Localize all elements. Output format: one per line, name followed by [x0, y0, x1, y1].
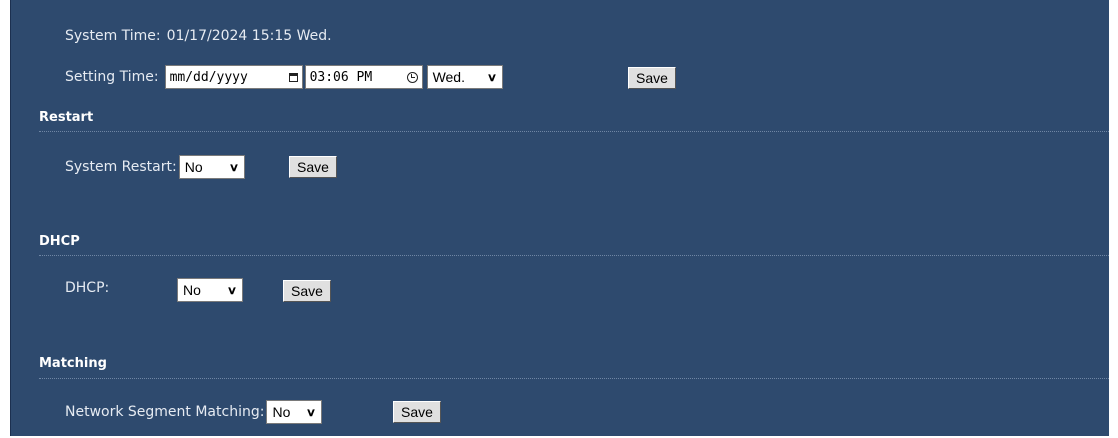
settings-panel: System Time: 01/17/2024 15:15 Wed. Setti… [10, 0, 1109, 438]
section-divider [39, 255, 1109, 256]
system-time-label: System Time: [65, 28, 161, 44]
system-restart-save-button[interactable]: Save [289, 156, 337, 178]
dhcp-selected: No [183, 282, 201, 298]
network-segment-matching-select[interactable]: No ∨ [266, 400, 323, 424]
network-segment-matching-label: Network Segment Matching: [65, 404, 265, 420]
section-divider [39, 131, 1109, 132]
dhcp-label: DHCP: [65, 280, 110, 296]
chevron-down-icon: ∨ [486, 71, 497, 84]
section-title-restart: Restart [39, 110, 94, 125]
system-restart-selected: No [184, 159, 203, 175]
setting-time-label: Setting Time: [65, 69, 159, 85]
clock-icon[interactable] [406, 71, 418, 83]
dhcp-save-button[interactable]: Save [283, 280, 331, 302]
system-time-value: 01/17/2024 15:15 Wed. [166, 28, 332, 44]
setting-time-save-button[interactable]: Save [628, 67, 676, 89]
system-restart-row: System Restart: No ∨ [65, 155, 245, 179]
section-title-dhcp: DHCP [39, 234, 80, 249]
system-time-row: System Time: 01/17/2024 15:15 Wed. [65, 28, 332, 44]
time-value: 03:06 PM [309, 69, 373, 85]
network-segment-matching-row: Network Segment Matching: No ∨ [65, 400, 323, 424]
setting-time-row: Setting Time: mm/dd/yyyy 03:06 PM Wed. ∨ [65, 65, 503, 89]
section-divider [39, 378, 1109, 379]
dhcp-select[interactable]: No ∨ [177, 278, 243, 302]
system-restart-label: System Restart: [65, 159, 177, 175]
dhcp-row: DHCP: [65, 280, 109, 296]
chevron-down-icon: ∨ [306, 406, 317, 419]
section-title-matching: Matching [39, 356, 107, 371]
network-segment-matching-save-button[interactable]: Save [393, 401, 441, 423]
weekday-selected: Wed. [432, 69, 465, 85]
chevron-down-icon: ∨ [226, 284, 238, 297]
chevron-down-icon: ∨ [228, 161, 239, 174]
date-placeholder: mm/dd/yyyy [169, 69, 248, 85]
calendar-icon[interactable] [288, 72, 298, 82]
system-restart-select[interactable]: No ∨ [178, 155, 245, 179]
time-input[interactable]: 03:06 PM [304, 65, 423, 89]
network-segment-matching-selected: No [272, 404, 291, 420]
date-input[interactable]: mm/dd/yyyy [164, 65, 303, 89]
weekday-select[interactable]: Wed. ∨ [426, 65, 503, 89]
